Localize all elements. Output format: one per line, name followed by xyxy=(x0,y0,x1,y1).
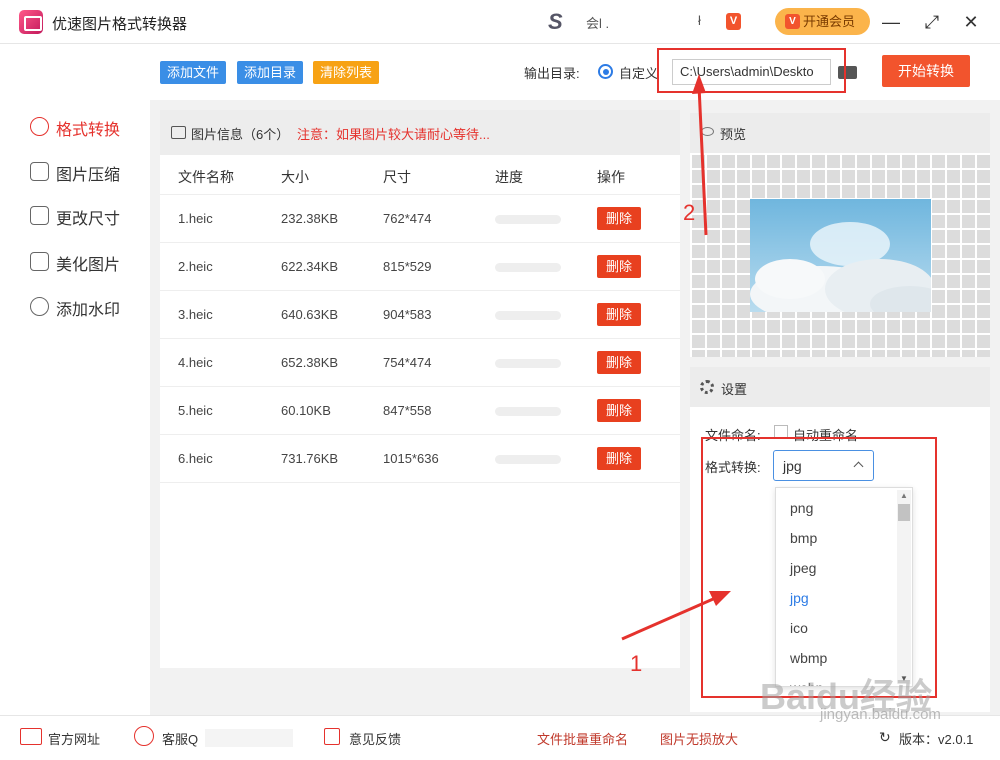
batch-rename-link[interactable]: 文件批量重命名 xyxy=(537,729,628,748)
file-size: 640.63KB xyxy=(281,307,339,322)
watermark-icon xyxy=(30,297,49,316)
version-text: 版本：v2.0.1 xyxy=(899,732,974,747)
progress-bar xyxy=(495,215,561,224)
close-button[interactable]: ✕ xyxy=(959,10,983,34)
file-size: 60.10KB xyxy=(281,403,331,418)
sidebar-item-label: 图片压缩 xyxy=(56,167,121,184)
support-contact-redacted xyxy=(205,729,293,747)
progress-bar xyxy=(495,263,561,272)
file-name: 4.heic xyxy=(178,355,213,370)
column-header-dims: 尺寸 xyxy=(383,169,411,185)
lossless-enlarge-link[interactable]: 图片无损放大 xyxy=(660,729,738,748)
sidebar-item-resize[interactable]: 更改尺寸 xyxy=(30,203,148,229)
image-icon xyxy=(171,126,186,139)
website-icon xyxy=(20,728,42,745)
support-icon xyxy=(134,726,154,746)
file-name: 3.heic xyxy=(178,307,213,322)
start-convert-button[interactable]: 开始转换 xyxy=(882,55,970,87)
annotation-label-2: 2 xyxy=(683,200,696,225)
maximize-button[interactable]: ⤢ xyxy=(920,10,944,34)
user-name[interactable]: 会l . xyxy=(586,13,609,32)
vip-icon: V xyxy=(785,14,800,29)
beautify-icon xyxy=(30,252,49,271)
progress-bar xyxy=(495,311,561,320)
file-info-title: 图片信息（6个） xyxy=(191,127,290,142)
sidebar-item-format-convert[interactable]: 格式转换 xyxy=(30,114,148,140)
annotation-arrows xyxy=(621,74,731,641)
clear-list-button[interactable]: 清除列表 xyxy=(313,61,380,84)
sidebar-item-compress[interactable]: 图片压缩 xyxy=(30,159,148,185)
convert-icon xyxy=(30,117,49,136)
file-dims: 847*558 xyxy=(383,403,432,418)
arrow-2-head xyxy=(692,74,706,94)
account-logo-icon: S xyxy=(548,9,563,34)
app-title: 优速图片格式转换器 xyxy=(52,16,188,33)
file-name: 5.heic xyxy=(178,403,213,418)
vip-badge-icon: V xyxy=(726,13,741,30)
output-dir-label: 输出目录: xyxy=(524,66,580,81)
sidebar-item-label: 美化图片 xyxy=(56,257,121,274)
progress-bar xyxy=(495,455,561,464)
arrow-2-line xyxy=(697,85,708,236)
add-directory-button[interactable]: 添加目录 xyxy=(237,61,304,84)
file-info-note: 注意：如果图片较大请耐心等待... xyxy=(297,127,490,142)
file-dims: 762*474 xyxy=(383,211,432,226)
annotation-label-1: 1 xyxy=(630,651,643,676)
vip-label: 开通会员 xyxy=(803,14,856,29)
file-dims: 754*474 xyxy=(383,355,432,370)
progress-bar xyxy=(495,359,561,368)
column-header-size: 大小 xyxy=(281,169,309,185)
user-extra: ł xyxy=(698,13,701,28)
sky-clouds-image xyxy=(750,199,931,312)
sidebar-item-label: 添加水印 xyxy=(56,302,121,319)
sidebar-item-watermark[interactable]: 添加水印 xyxy=(30,294,148,320)
file-size: 731.76KB xyxy=(281,451,339,466)
file-dims: 815*529 xyxy=(383,259,432,274)
sidebar-item-label: 更改尺寸 xyxy=(56,211,121,228)
file-name: 6.heic xyxy=(178,451,213,466)
sidebar-item-label: 格式转换 xyxy=(56,122,121,139)
resize-icon xyxy=(30,206,49,225)
feedback-link[interactable]: 意见反馈 xyxy=(349,729,401,748)
official-website-link[interactable]: 官方网址 xyxy=(48,729,100,748)
compress-icon xyxy=(30,162,49,181)
refresh-icon: ↻ xyxy=(879,729,891,745)
preview-image xyxy=(750,199,931,312)
file-dims: 904*583 xyxy=(383,307,432,322)
support-link[interactable]: 客服Q xyxy=(162,729,198,748)
column-header-progress: 进度 xyxy=(495,169,523,185)
file-name: 2.heic xyxy=(178,259,213,274)
app-logo-icon xyxy=(19,10,43,34)
minimize-button[interactable]: — xyxy=(879,10,903,34)
file-size: 232.38KB xyxy=(281,211,339,226)
progress-bar xyxy=(495,407,561,416)
arrow-1-line xyxy=(621,594,721,641)
file-dims: 1015*636 xyxy=(383,451,439,466)
column-header-name: 文件名称 xyxy=(178,169,234,185)
baidu-watermark-url: jingyan.baidu.com xyxy=(820,706,941,723)
file-size: 622.34KB xyxy=(281,259,339,274)
feedback-icon xyxy=(324,728,340,745)
file-name: 1.heic xyxy=(178,211,213,226)
open-vip-button[interactable]: V 开通会员 xyxy=(775,8,870,35)
sidebar xyxy=(0,45,150,715)
add-file-button[interactable]: 添加文件 xyxy=(160,61,227,84)
sidebar-item-beautify[interactable]: 美化图片 xyxy=(30,249,148,275)
file-size: 652.38KB xyxy=(281,355,339,370)
